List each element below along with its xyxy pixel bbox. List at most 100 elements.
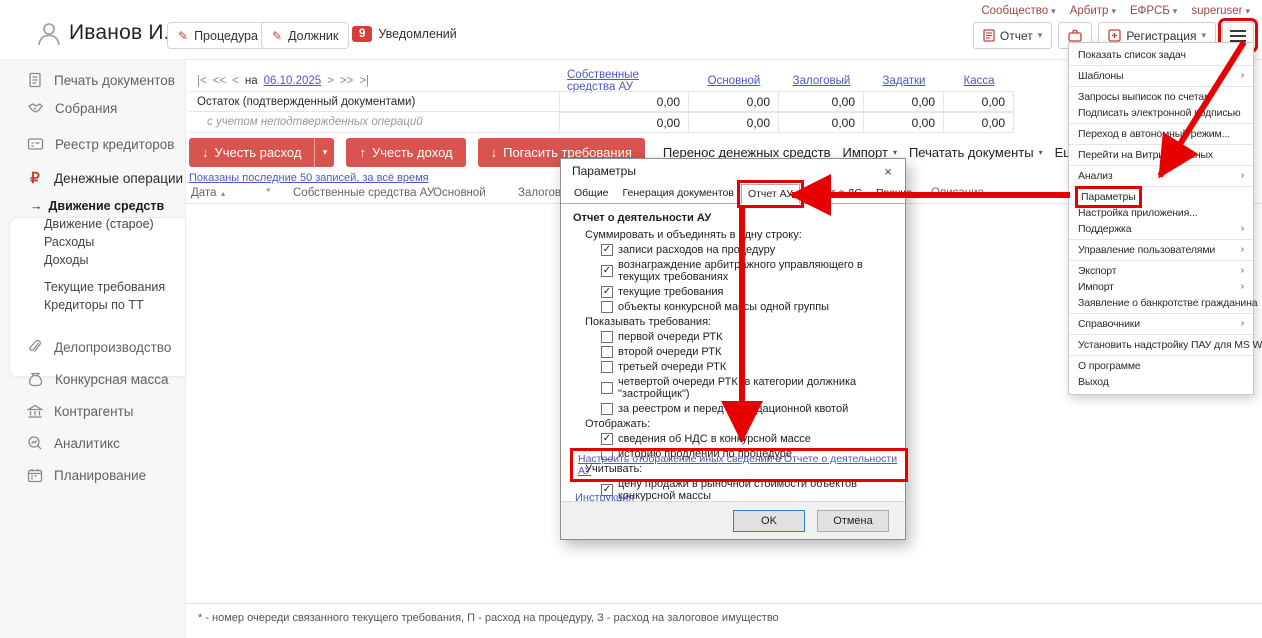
sidebar-item-money-operations[interactable]: ₽ Денежные операции (0, 166, 185, 190)
debtor-button[interactable]: ✎ Должник (261, 22, 349, 49)
menu-item-about[interactable]: О программе (1069, 358, 1253, 374)
tab-document-generation[interactable]: Генерация документов (616, 183, 741, 203)
nav-first-button[interactable]: |< (197, 75, 207, 87)
nav-next-button[interactable]: > (327, 75, 334, 87)
app-dropdown-menu: Показать список задач Шаблоны› Запросы в… (1068, 42, 1254, 395)
sidebar-item-label: Денежные операции (54, 171, 183, 186)
nav-prev-button[interactable]: < (232, 75, 239, 87)
submenu-arrow-icon: › (1241, 316, 1244, 332)
chevron-down-icon: ▾ (1245, 6, 1250, 17)
balance-value: 0,00 (689, 112, 779, 133)
checkbox-unchecked[interactable] (601, 403, 613, 415)
checkbox-row: четвертой очереди РТК (в категории должн… (601, 376, 893, 400)
checkbox-unchecked[interactable] (601, 361, 613, 373)
records-filter-link[interactable]: Показаны последние 50 записей, за всё вр… (189, 172, 429, 184)
checkbox-row: за реестром и перед ликвидационной квото… (601, 403, 893, 415)
menu-item-statement-requests[interactable]: Запросы выписок по счетам (1069, 89, 1253, 105)
menu-item-task-list[interactable]: Показать список задач (1069, 47, 1253, 63)
sidebar-item-counterparties[interactable]: Контрагенты (0, 399, 185, 423)
add-expense-button[interactable]: ↓ Учесть расход (189, 138, 314, 167)
sidebar-item-print-documents[interactable]: Печать документов (0, 68, 185, 92)
community-link[interactable]: Сообщество▾ (981, 5, 1055, 17)
menu-item-analysis[interactable]: Анализ› (1069, 168, 1253, 184)
menu-item-export[interactable]: Экспорт› (1069, 263, 1253, 279)
tab-ds-report[interactable]: Отчет о ДС (800, 183, 869, 203)
nav-prev10-button[interactable]: << (213, 75, 226, 87)
account-links: Сообщество▾ Арбитр▾ ЕФРСБ▾ superuser▾ (981, 5, 1250, 17)
menu-item-directories[interactable]: Справочники› (1069, 316, 1253, 332)
sidebar-subitem-label: Движение (старое) (44, 217, 154, 231)
configure-other-info-link[interactable]: Настроить отображение иных сведений в От… (578, 453, 897, 477)
sidebar-subitem-current-claims[interactable]: Текущие требования (0, 278, 185, 296)
add-expense-dropdown[interactable]: ▾ (314, 138, 334, 167)
superuser-link[interactable]: superuser▾ (1191, 5, 1250, 17)
sidebar-subitem-creditors-tt[interactable]: Кредиторы по ТТ (0, 296, 185, 314)
checkbox-unchecked[interactable] (601, 346, 613, 358)
cancel-button[interactable]: Отмена (817, 510, 889, 532)
submenu-arrow-icon: › (1241, 263, 1244, 279)
sidebar-item-meetings[interactable]: Собрания (0, 96, 185, 120)
checkbox-unchecked[interactable] (601, 301, 613, 313)
menu-item-exit[interactable]: Выход (1069, 374, 1253, 390)
sidebar-subitem-incomes[interactable]: Доходы (0, 251, 185, 269)
menu-item-offline-mode[interactable]: Переход в автономный режим... (1069, 126, 1253, 142)
menu-item-sign-electronically[interactable]: Подписать электронной подписью (1069, 105, 1253, 121)
sidebar-item-recordkeeping[interactable]: Делопроизводство (0, 335, 185, 359)
menu-item-parameters[interactable]: Параметры (1069, 189, 1253, 205)
sidebar-item-creditors-registry[interactable]: Реестр кредиторов (0, 132, 185, 156)
registration-icon (1108, 29, 1121, 42)
report-button[interactable]: Отчет ▾ (973, 22, 1052, 49)
menu-item-support[interactable]: Поддержка› (1069, 221, 1253, 237)
menu-item-templates[interactable]: Шаблоны› (1069, 68, 1253, 84)
grid-column-description[interactable]: Описание (931, 187, 984, 199)
dialog-title: Параметры (561, 159, 905, 183)
arbitr-link[interactable]: Арбитр▾ (1070, 5, 1116, 17)
grid-column-own-funds[interactable]: Собственные средства АУ (293, 187, 434, 199)
grid-column-star[interactable]: * (266, 187, 270, 199)
menu-item-user-management[interactable]: Управление пользователями› (1069, 242, 1253, 258)
configure-other-info-link-wrap: Настроить отображение иных сведений в От… (573, 451, 905, 479)
column-link-deposits[interactable]: Задатки (883, 75, 926, 87)
checkbox-row: ✓записи расходов на процедуру (601, 244, 893, 256)
tab-au-report[interactable]: Отчет АУ (741, 184, 800, 204)
menu-item-install-word-addin[interactable]: Установить надстройку ПАУ для MS Word (1069, 337, 1253, 353)
checkbox-checked[interactable]: ✓ (601, 286, 613, 298)
ok-button[interactable]: OK (733, 510, 805, 532)
nav-next10-button[interactable]: >> (340, 75, 353, 87)
column-link-own-funds[interactable]: Собственные средства АУ (567, 69, 681, 93)
menu-separator (1069, 165, 1253, 166)
checkbox-unchecked[interactable] (601, 382, 613, 394)
notifications-count-badge: 9 (352, 26, 372, 42)
menu-item-data-showcase[interactable]: Перейти на Витрину данных (1069, 147, 1253, 163)
close-icon[interactable]: × (871, 159, 905, 183)
grid-column-main[interactable]: Основной (433, 187, 486, 199)
nav-last-button[interactable]: >| (359, 75, 369, 87)
chevron-down-icon: ▾ (1051, 6, 1056, 17)
checkbox-checked[interactable]: ✓ (601, 265, 613, 277)
menu-item-app-settings[interactable]: Настройка приложения... (1069, 205, 1253, 221)
tab-other[interactable]: Прочие (869, 183, 919, 203)
column-link-main[interactable]: Основной (708, 75, 761, 87)
sidebar-subitem-movement-old[interactable]: Движение (старое) (0, 215, 185, 233)
sidebar-item-bankruptcy-estate[interactable]: Конкурсная масса (0, 367, 185, 391)
grid-column-date[interactable]: Дата ▲ (191, 187, 227, 199)
sidebar-item-analytics[interactable]: Аналитикс (0, 431, 185, 455)
nav-date-link[interactable]: 06.10.2025 (264, 75, 322, 87)
checkbox-checked[interactable]: ✓ (601, 433, 613, 445)
sidebar-subitem-funds-movement[interactable]: → Движение средств (0, 197, 185, 215)
checkbox-unchecked[interactable] (601, 331, 613, 343)
add-income-button[interactable]: ↑ Учесть доход (346, 138, 465, 167)
sidebar-subitem-expenses[interactable]: Расходы (0, 233, 185, 251)
menu-item-citizen-bankruptcy[interactable]: Заявление о банкротстве гражданина (1069, 295, 1253, 311)
checkbox-checked[interactable]: ✓ (601, 244, 613, 256)
procedure-button[interactable]: ✎ Процедура (167, 22, 269, 49)
tab-general[interactable]: Общие (567, 183, 616, 203)
menu-item-import[interactable]: Импорт› (1069, 279, 1253, 295)
checkbox-row: объекты конкурсной массы одной группы (601, 301, 893, 313)
column-link-cash[interactable]: Касса (964, 75, 995, 87)
sidebar-item-planning[interactable]: Планирование (0, 463, 185, 487)
column-link-pledge[interactable]: Залоговый (793, 75, 851, 87)
notifications-button[interactable]: 9 Уведомлений (352, 26, 457, 42)
efrsb-link[interactable]: ЕФРСБ▾ (1130, 5, 1177, 17)
print-documents-button[interactable]: Печатать документы▾ (909, 145, 1043, 160)
